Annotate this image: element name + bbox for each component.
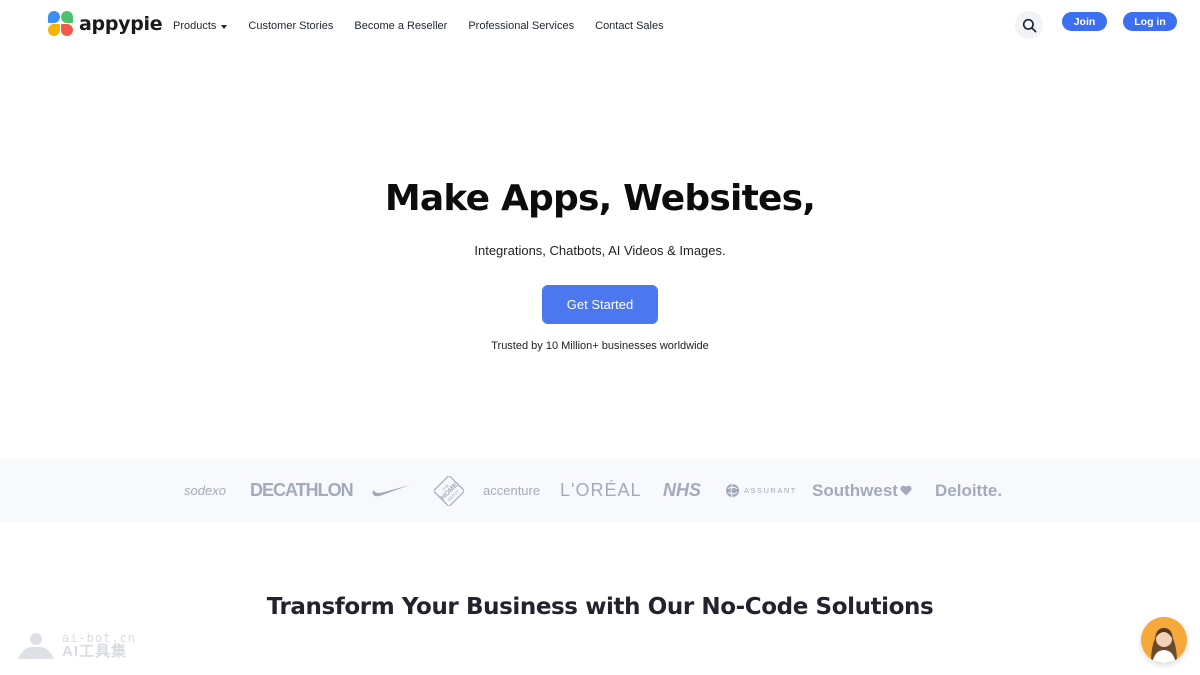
- watermark-name: AI工具集: [62, 643, 128, 661]
- main-menu: Products Customer Stories Become a Resel…: [173, 0, 664, 52]
- chat-assistant-button[interactable]: [1141, 617, 1187, 663]
- nav-item-label: Customer Stories: [248, 20, 334, 32]
- client-logos-strip: sodexo DECATHLON THE HOME DEPOT accentur…: [0, 459, 1200, 522]
- nhs-logo: NHS: [663, 480, 702, 500]
- nike-swoosh-icon: [372, 484, 410, 496]
- nav-item-contact-sales[interactable]: Contact Sales: [595, 20, 663, 32]
- watermark-bot-icon: [18, 633, 54, 659]
- hero-title: Make Apps, Websites,: [384, 178, 816, 219]
- nav-item-become-reseller[interactable]: Become a Reseller: [354, 20, 447, 32]
- sodexo-logo: sodexo: [184, 483, 226, 498]
- loreal-logo: L'ORÉAL: [560, 480, 642, 500]
- get-started-button[interactable]: Get Started: [542, 285, 658, 324]
- assistant-avatar-icon: [1151, 628, 1177, 663]
- appypie-logo-icon: [48, 11, 74, 37]
- heart-icon: [900, 485, 912, 496]
- assurant-globe-icon: [725, 483, 740, 498]
- nav-item-label: Contact Sales: [595, 20, 664, 32]
- solutions-section-title: Transform Your Business with Our No-Code…: [266, 594, 934, 620]
- deloitte-logo: Deloitte.: [935, 480, 1003, 500]
- watermark: ai-bot.cn AI工具集: [16, 631, 136, 661]
- trusted-text: Trusted by 10 Million+ businesses worldw…: [491, 340, 709, 352]
- nav-item-professional-services[interactable]: Professional Services: [468, 20, 574, 32]
- accenture-logo: accenture: [483, 483, 541, 498]
- nav-item-label: Professional Services: [468, 20, 575, 32]
- login-button[interactable]: Log in: [1123, 12, 1177, 31]
- home-depot-icon: THE HOME DEPOT: [434, 475, 464, 506]
- search-icon: [1022, 18, 1036, 32]
- search-button[interactable]: [1015, 11, 1043, 39]
- logo-text: appypie: [79, 13, 163, 35]
- nav-item-products[interactable]: Products: [173, 20, 228, 32]
- nike-logo: [371, 459, 411, 522]
- top-navigation: appypie Products Customer Stories Become…: [0, 0, 1200, 52]
- join-button[interactable]: Join: [1062, 12, 1107, 31]
- caret-down-icon: [221, 24, 228, 29]
- nav-item-customer-stories[interactable]: Customer Stories: [248, 20, 333, 32]
- nav-item-label: Become a Reseller: [354, 20, 448, 32]
- home-depot-logo: THE HOME DEPOT: [434, 459, 464, 522]
- appypie-logo[interactable]: appypie: [48, 11, 163, 37]
- decathlon-logo: DECATHLON: [250, 480, 354, 500]
- nav-item-label: Products: [173, 20, 217, 32]
- southwest-logo: Southwest: [812, 459, 912, 522]
- assurant-logo: ASSURANT: [725, 459, 797, 522]
- hero-subtitle: Integrations, Chatbots, AI Videos & Imag…: [474, 243, 726, 258]
